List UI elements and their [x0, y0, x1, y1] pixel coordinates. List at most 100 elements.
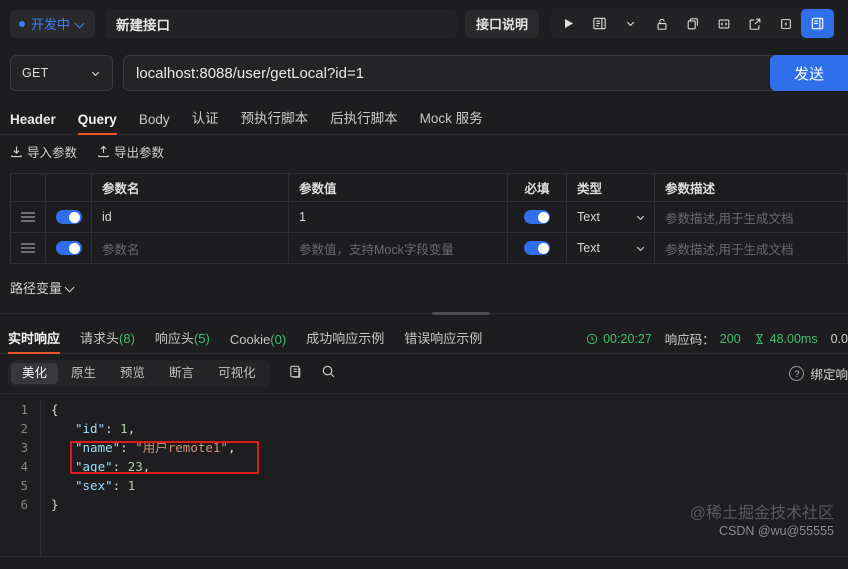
viewer-tab-raw[interactable]: 原生 [60, 363, 107, 384]
path-variable-toggle[interactable]: 路径变量 [10, 278, 76, 297]
code-brackets-icon[interactable] [708, 9, 739, 38]
import-icon [11, 145, 22, 157]
http-method-select[interactable]: GET [10, 55, 113, 91]
tab-pre-script[interactable]: 预执行脚本 [241, 107, 309, 134]
copy-icon[interactable] [288, 364, 303, 384]
tab-request-headers[interactable]: 请求头(8) [80, 328, 135, 353]
share-export-icon[interactable] [739, 9, 770, 38]
th-drag [11, 174, 46, 201]
drag-handle-icon [21, 212, 35, 222]
row-type-select[interactable]: Text [567, 233, 655, 263]
row-required-cell [508, 202, 567, 232]
chevron-down-icon[interactable] [615, 9, 646, 38]
row-enable-cell [46, 233, 92, 263]
row-required-cell [508, 233, 567, 263]
tab-response-headers[interactable]: 响应头(5) [155, 328, 210, 353]
line-number: 2 [20, 421, 28, 436]
tab-cookie-count: (0) [270, 332, 287, 347]
viewer-tab-preview[interactable]: 预览 [109, 363, 156, 384]
request-tabs: Header Query Body 认证 预执行脚本 后执行脚本 Mock 服务 [0, 99, 848, 135]
response-tabs-row: 实时响应 请求头(8) 响应头(5) Cookie(0) 成功响应示例 错误响应… [0, 323, 848, 354]
code-token: : [112, 478, 128, 493]
unlock-icon[interactable] [646, 9, 677, 38]
export-params-button[interactable]: 导出参数 [97, 142, 164, 161]
tab-success-example[interactable]: 成功响应示例 [306, 328, 384, 353]
api-status-dropdown[interactable]: 开发中 [10, 9, 96, 38]
response-status: 响应码： 200 [665, 329, 741, 348]
tab-auth[interactable]: 认证 [192, 107, 219, 134]
tab-realtime-response-label: 实时响应 [8, 331, 61, 346]
response-tabs: 实时响应 请求头(8) 响应头(5) Cookie(0) 成功响应示例 错误响应… [8, 328, 482, 354]
viewer-tab-beautify[interactable]: 美化 [11, 363, 59, 384]
send-label: 发送 [793, 65, 824, 83]
table-row: 参数名 参数值，支持Mock字段变量 Text 参数描述,用于生成文档 [11, 233, 847, 264]
response-size-value: 0.0 [830, 331, 848, 346]
search-icon[interactable] [321, 364, 336, 384]
flash-icon[interactable] [770, 9, 801, 38]
bind-response-action[interactable]: ? 绑定响 [789, 364, 848, 383]
row-drag-handle[interactable] [11, 202, 46, 232]
viewer-tabs: 美化 原生 预览 断言 可视化 [8, 360, 270, 387]
code-token: 1 [127, 478, 136, 493]
tab-header[interactable]: Header [10, 112, 56, 134]
row-description-input[interactable]: 参数描述,用于生成文档 [655, 233, 847, 263]
th-param-name: 参数名 [92, 174, 289, 201]
save-icon[interactable] [801, 9, 835, 38]
row-required-toggle[interactable] [524, 241, 550, 255]
doc-list-icon[interactable] [584, 9, 615, 38]
row-drag-handle[interactable] [11, 233, 46, 263]
api-title-input[interactable]: 新建接口 [105, 8, 458, 39]
viewer-icon-group [288, 364, 336, 384]
th-required: 必填 [508, 174, 567, 201]
code-line: "id": 1, [51, 419, 848, 438]
row-param-name-input[interactable]: 参数名 [92, 233, 289, 263]
send-button[interactable]: 发送 [770, 55, 848, 91]
row-param-name-input[interactable]: id [92, 202, 289, 232]
viewer-tab-assertion[interactable]: 断言 [158, 363, 205, 384]
tab-post-script[interactable]: 后执行脚本 [330, 107, 398, 134]
viewer-tab-visualize[interactable]: 可视化 [207, 363, 267, 384]
row-param-value-input[interactable]: 1 [289, 202, 508, 232]
tab-auth-label: 认证 [191, 111, 219, 126]
row-param-value-input[interactable]: 参数值，支持Mock字段变量 [289, 233, 508, 263]
tab-body[interactable]: Body [139, 112, 170, 134]
path-variable-label: 路径变量 [10, 281, 63, 296]
chevron-down-icon [66, 283, 76, 293]
code-token: , [227, 440, 236, 455]
api-description-button[interactable]: 接口说明 [465, 9, 540, 38]
row-param-value-value: 1 [299, 210, 306, 224]
tab-cookie[interactable]: Cookie(0) [230, 332, 286, 353]
row-description-input[interactable]: 参数描述,用于生成文档 [655, 202, 847, 232]
row-enable-toggle[interactable] [55, 210, 82, 224]
response-duration: 48.00ms [754, 332, 818, 346]
response-body-viewer[interactable]: 1 2 3 4 5 6 {"id": 1, "name": "用户remote1"… [0, 394, 848, 556]
tab-mock-service[interactable]: Mock 服务 [420, 107, 483, 134]
viewer-tab-preview-label: 预览 [120, 366, 146, 380]
row-enable-cell [46, 202, 92, 232]
duplicate-icon[interactable] [677, 9, 708, 38]
drag-handle-icon [21, 243, 35, 253]
code-token: , [127, 421, 136, 436]
import-params-button[interactable]: 导入参数 [10, 142, 77, 161]
code-token: , [142, 459, 151, 474]
hourglass-icon [755, 333, 763, 344]
code-line: "age": 23, [51, 457, 848, 476]
export-icon [98, 145, 109, 157]
tab-realtime-response[interactable]: 实时响应 [8, 328, 61, 354]
line-number: 6 [20, 497, 28, 512]
response-time-value: 00:20:27 [603, 331, 652, 346]
api-client-window: 开发中 新建接口 接口说明 GET localhost:8088/user/ge… [0, 0, 848, 569]
row-type-select[interactable]: Text [567, 202, 655, 232]
code-token: } [51, 497, 59, 512]
row-required-toggle[interactable] [524, 210, 550, 224]
row-enable-toggle[interactable] [55, 241, 82, 255]
tab-query[interactable]: Query [77, 112, 117, 135]
url-input[interactable]: localhost:8088/user/getLocal?id=1 [123, 55, 793, 91]
code-token: : [105, 421, 121, 436]
tab-error-example[interactable]: 错误响应示例 [404, 328, 482, 353]
panel-splitter[interactable] [0, 312, 848, 323]
code-token: "age" [75, 459, 113, 474]
play-icon[interactable] [553, 9, 584, 38]
query-params-table: 参数名 参数值 必填 类型 参数描述 id 1 Text 参数描述,用于生成文档… [10, 173, 848, 264]
code-line: } [51, 495, 848, 514]
